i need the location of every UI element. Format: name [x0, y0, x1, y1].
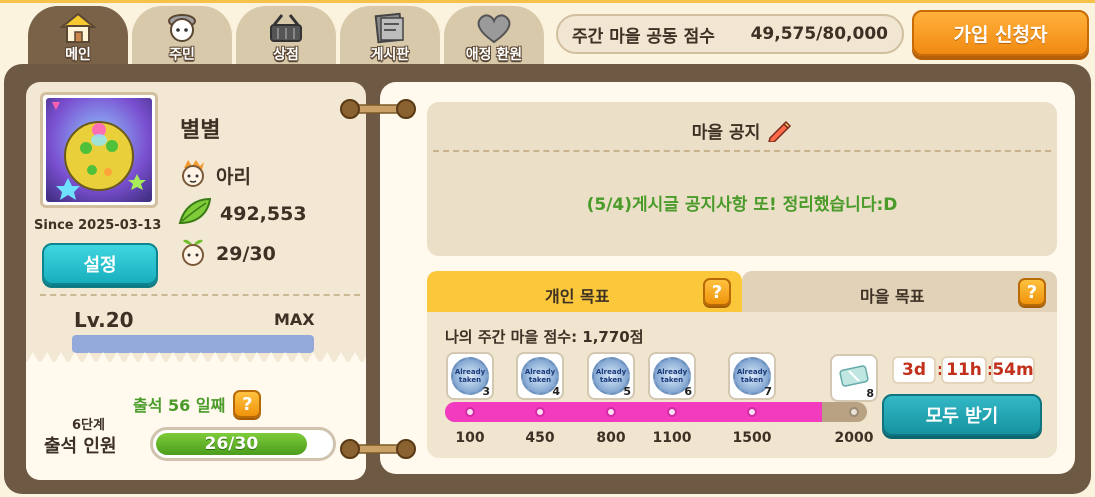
timer-hours: 11h	[941, 356, 987, 384]
attendance-progress-bar: 26/30	[150, 427, 336, 461]
leaf-icon	[178, 197, 212, 230]
pencil-icon[interactable]	[766, 120, 792, 147]
milestone-dot	[747, 407, 757, 417]
tab-main[interactable]: 메인	[28, 6, 128, 68]
heart-icon	[474, 12, 514, 44]
leader-face-icon	[178, 158, 208, 193]
tab-shop[interactable]: 상점	[236, 6, 336, 68]
weekly-score-label: 주간 마을 공동 점수	[572, 26, 715, 47]
village-goal-label: 마을 목표	[860, 287, 925, 306]
reward-count: 3	[482, 385, 490, 398]
milestone-threshold: 450	[525, 430, 555, 446]
tab-villagers[interactable]: 주민	[132, 6, 232, 68]
village-name: 별별	[180, 118, 221, 143]
members-row: 29/30	[178, 235, 276, 272]
timer-minutes: 54m	[991, 356, 1035, 384]
personal-goal-help-button[interactable]: ?	[703, 278, 731, 306]
notice-title: 마을 공지	[691, 123, 761, 143]
my-weekly-score: 나의 주간 마을 점수: 1,770점	[445, 328, 644, 346]
milestone-threshold: 2000	[834, 430, 874, 446]
leaf-count: 492,553	[220, 202, 307, 225]
weekly-score-value: 49,575/80,000	[750, 24, 888, 44]
milestone-dot	[465, 407, 475, 417]
top-accent-line	[0, 0, 1095, 3]
notice-text: (5/4)게시글 공지사항 또! 정리했습니다:D	[586, 195, 898, 215]
goal-progress-fill	[445, 402, 822, 422]
leader-name: 아리	[216, 166, 251, 188]
reward-count: 8	[866, 387, 874, 400]
milestone-threshold: 1500	[732, 430, 772, 446]
milestone-threshold: 800	[596, 430, 626, 446]
timer-days: 3d	[892, 356, 936, 384]
attendance-label: 출석 인원	[44, 436, 117, 457]
villager-icon	[162, 12, 202, 44]
board-icon	[370, 12, 410, 44]
reward-count: 4	[552, 385, 560, 398]
reward-count: 7	[764, 385, 772, 398]
rope-top-decor	[340, 99, 416, 119]
attendance-days-text: 출석 56 일째	[133, 396, 226, 415]
reward-badge[interactable]: Already taken 3	[446, 352, 494, 400]
village-goal-help-button[interactable]: ?	[1018, 278, 1046, 306]
tab-village-goal[interactable]: 마을 목표 ?	[742, 271, 1057, 315]
milestone-dot	[849, 407, 859, 417]
settings-button[interactable]: 설정	[42, 243, 158, 285]
applicants-button[interactable]: 가입 신청자	[912, 10, 1089, 56]
reward-badge[interactable]: Already taken 7	[728, 352, 776, 400]
attendance-progress-fill: 26/30	[156, 433, 307, 455]
leader-row: 아리	[178, 158, 251, 193]
leaf-row: 492,553	[178, 197, 307, 230]
tab-label: 애정 환원	[465, 47, 523, 63]
notice-title-row: 마을 공지	[427, 118, 1057, 147]
reward-count: 5	[623, 385, 631, 398]
tab-label: 상점	[273, 47, 299, 63]
reward-badge[interactable]: Already taken 5	[587, 352, 635, 400]
village-level: Lv.20	[74, 308, 134, 332]
milestone-threshold: 100	[455, 430, 485, 446]
since-date: Since 2025-03-13	[34, 218, 162, 233]
weekly-village-score: 주간 마을 공동 점수 49,575/80,000	[556, 14, 904, 54]
divider	[40, 294, 360, 296]
main-tabs: 메인 주민 상점 게시판 애정 환원	[28, 6, 548, 68]
claim-all-button[interactable]: 모두 받기	[882, 394, 1042, 436]
goal-progress-track	[445, 402, 867, 422]
basket-icon	[266, 12, 306, 44]
milestone-threshold: 1100	[652, 430, 692, 446]
tab-label: 게시판	[370, 47, 410, 63]
notice-divider	[433, 150, 1051, 152]
attendance-days: 출석 56 일째 ?	[133, 390, 262, 418]
reward-badge[interactable]: 8	[830, 354, 878, 402]
level-max-label: MAX	[274, 310, 315, 329]
tab-personal-goal[interactable]: 개인 목표 ?	[427, 271, 742, 315]
member-count: 29/30	[216, 242, 276, 265]
personal-goal-label: 개인 목표	[545, 287, 610, 306]
attendance-stage: 6단계	[72, 418, 105, 433]
tab-label: 메인	[65, 47, 91, 63]
village-notice: 마을 공지 (5/4)게시글 공지사항 또! 정리했습니다:D	[427, 102, 1057, 256]
reward-count: 6	[684, 385, 692, 398]
village-avatar	[40, 92, 158, 208]
attendance-value: 26/30	[204, 434, 259, 454]
reward-badge[interactable]: Already taken 6	[648, 352, 696, 400]
tab-label: 주민	[169, 47, 195, 63]
ticket-icon	[839, 365, 869, 391]
sprout-villager-icon	[178, 235, 208, 272]
milestone-dot	[606, 407, 616, 417]
reward-badge[interactable]: Already taken 4	[516, 352, 564, 400]
milestone-dot	[667, 407, 677, 417]
milestone-dot	[535, 407, 545, 417]
house-icon	[58, 12, 98, 44]
tab-board[interactable]: 게시판	[340, 6, 440, 68]
tab-affection[interactable]: 애정 환원	[444, 6, 544, 68]
rope-bottom-decor	[340, 439, 416, 459]
attendance-help-button[interactable]: ?	[233, 390, 262, 418]
